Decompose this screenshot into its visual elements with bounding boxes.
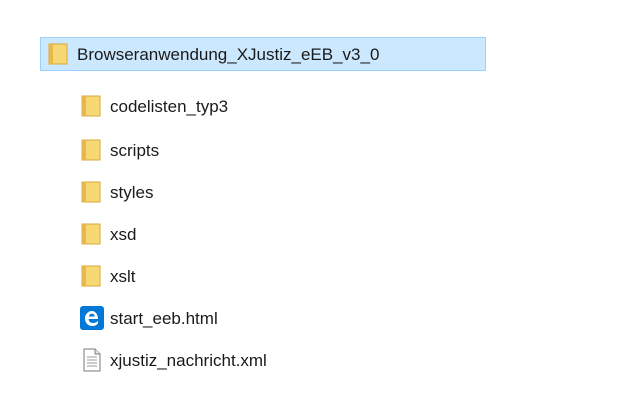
folder-icon [80, 264, 104, 288]
edge-html-icon [80, 306, 104, 330]
tree-item-label: scripts [110, 140, 160, 160]
tree-item-label: xslt [110, 266, 136, 286]
folder-icon [80, 222, 104, 246]
tree-item-label: xsd [110, 224, 137, 244]
tree-item-root-folder[interactable]: Browseranwendung_XJustiz_eEB_v3_0 [40, 37, 486, 71]
tree-item-label: Browseranwendung_XJustiz_eEB_v3_0 [77, 44, 380, 64]
tree-item-label: styles [110, 182, 154, 202]
folder-icon [80, 94, 104, 118]
file-tree: Browseranwendung_XJustiz_eEB_v3_0 codeli… [0, 0, 643, 401]
tree-item-label: xjustiz_nachricht.xml [110, 350, 267, 370]
tree-item-label: start_eeb.html [110, 308, 218, 328]
folder-icon [80, 180, 104, 204]
tree-item-label: codelisten_typ3 [110, 96, 229, 116]
tree-item-xsd[interactable]: xsd [80, 220, 136, 248]
folder-icon [80, 138, 104, 162]
tree-item-xjustiz-nachricht-xml[interactable]: xjustiz_nachricht.xml [80, 346, 267, 374]
document-icon [80, 348, 104, 372]
tree-item-styles[interactable]: styles [80, 178, 153, 206]
tree-item-xslt[interactable]: xslt [80, 262, 136, 290]
tree-item-codelisten-typ3[interactable]: codelisten_typ3 [80, 92, 228, 120]
tree-item-start-eeb-html[interactable]: start_eeb.html [80, 304, 218, 332]
folder-icon [47, 42, 71, 66]
tree-item-scripts[interactable]: scripts [80, 136, 159, 164]
